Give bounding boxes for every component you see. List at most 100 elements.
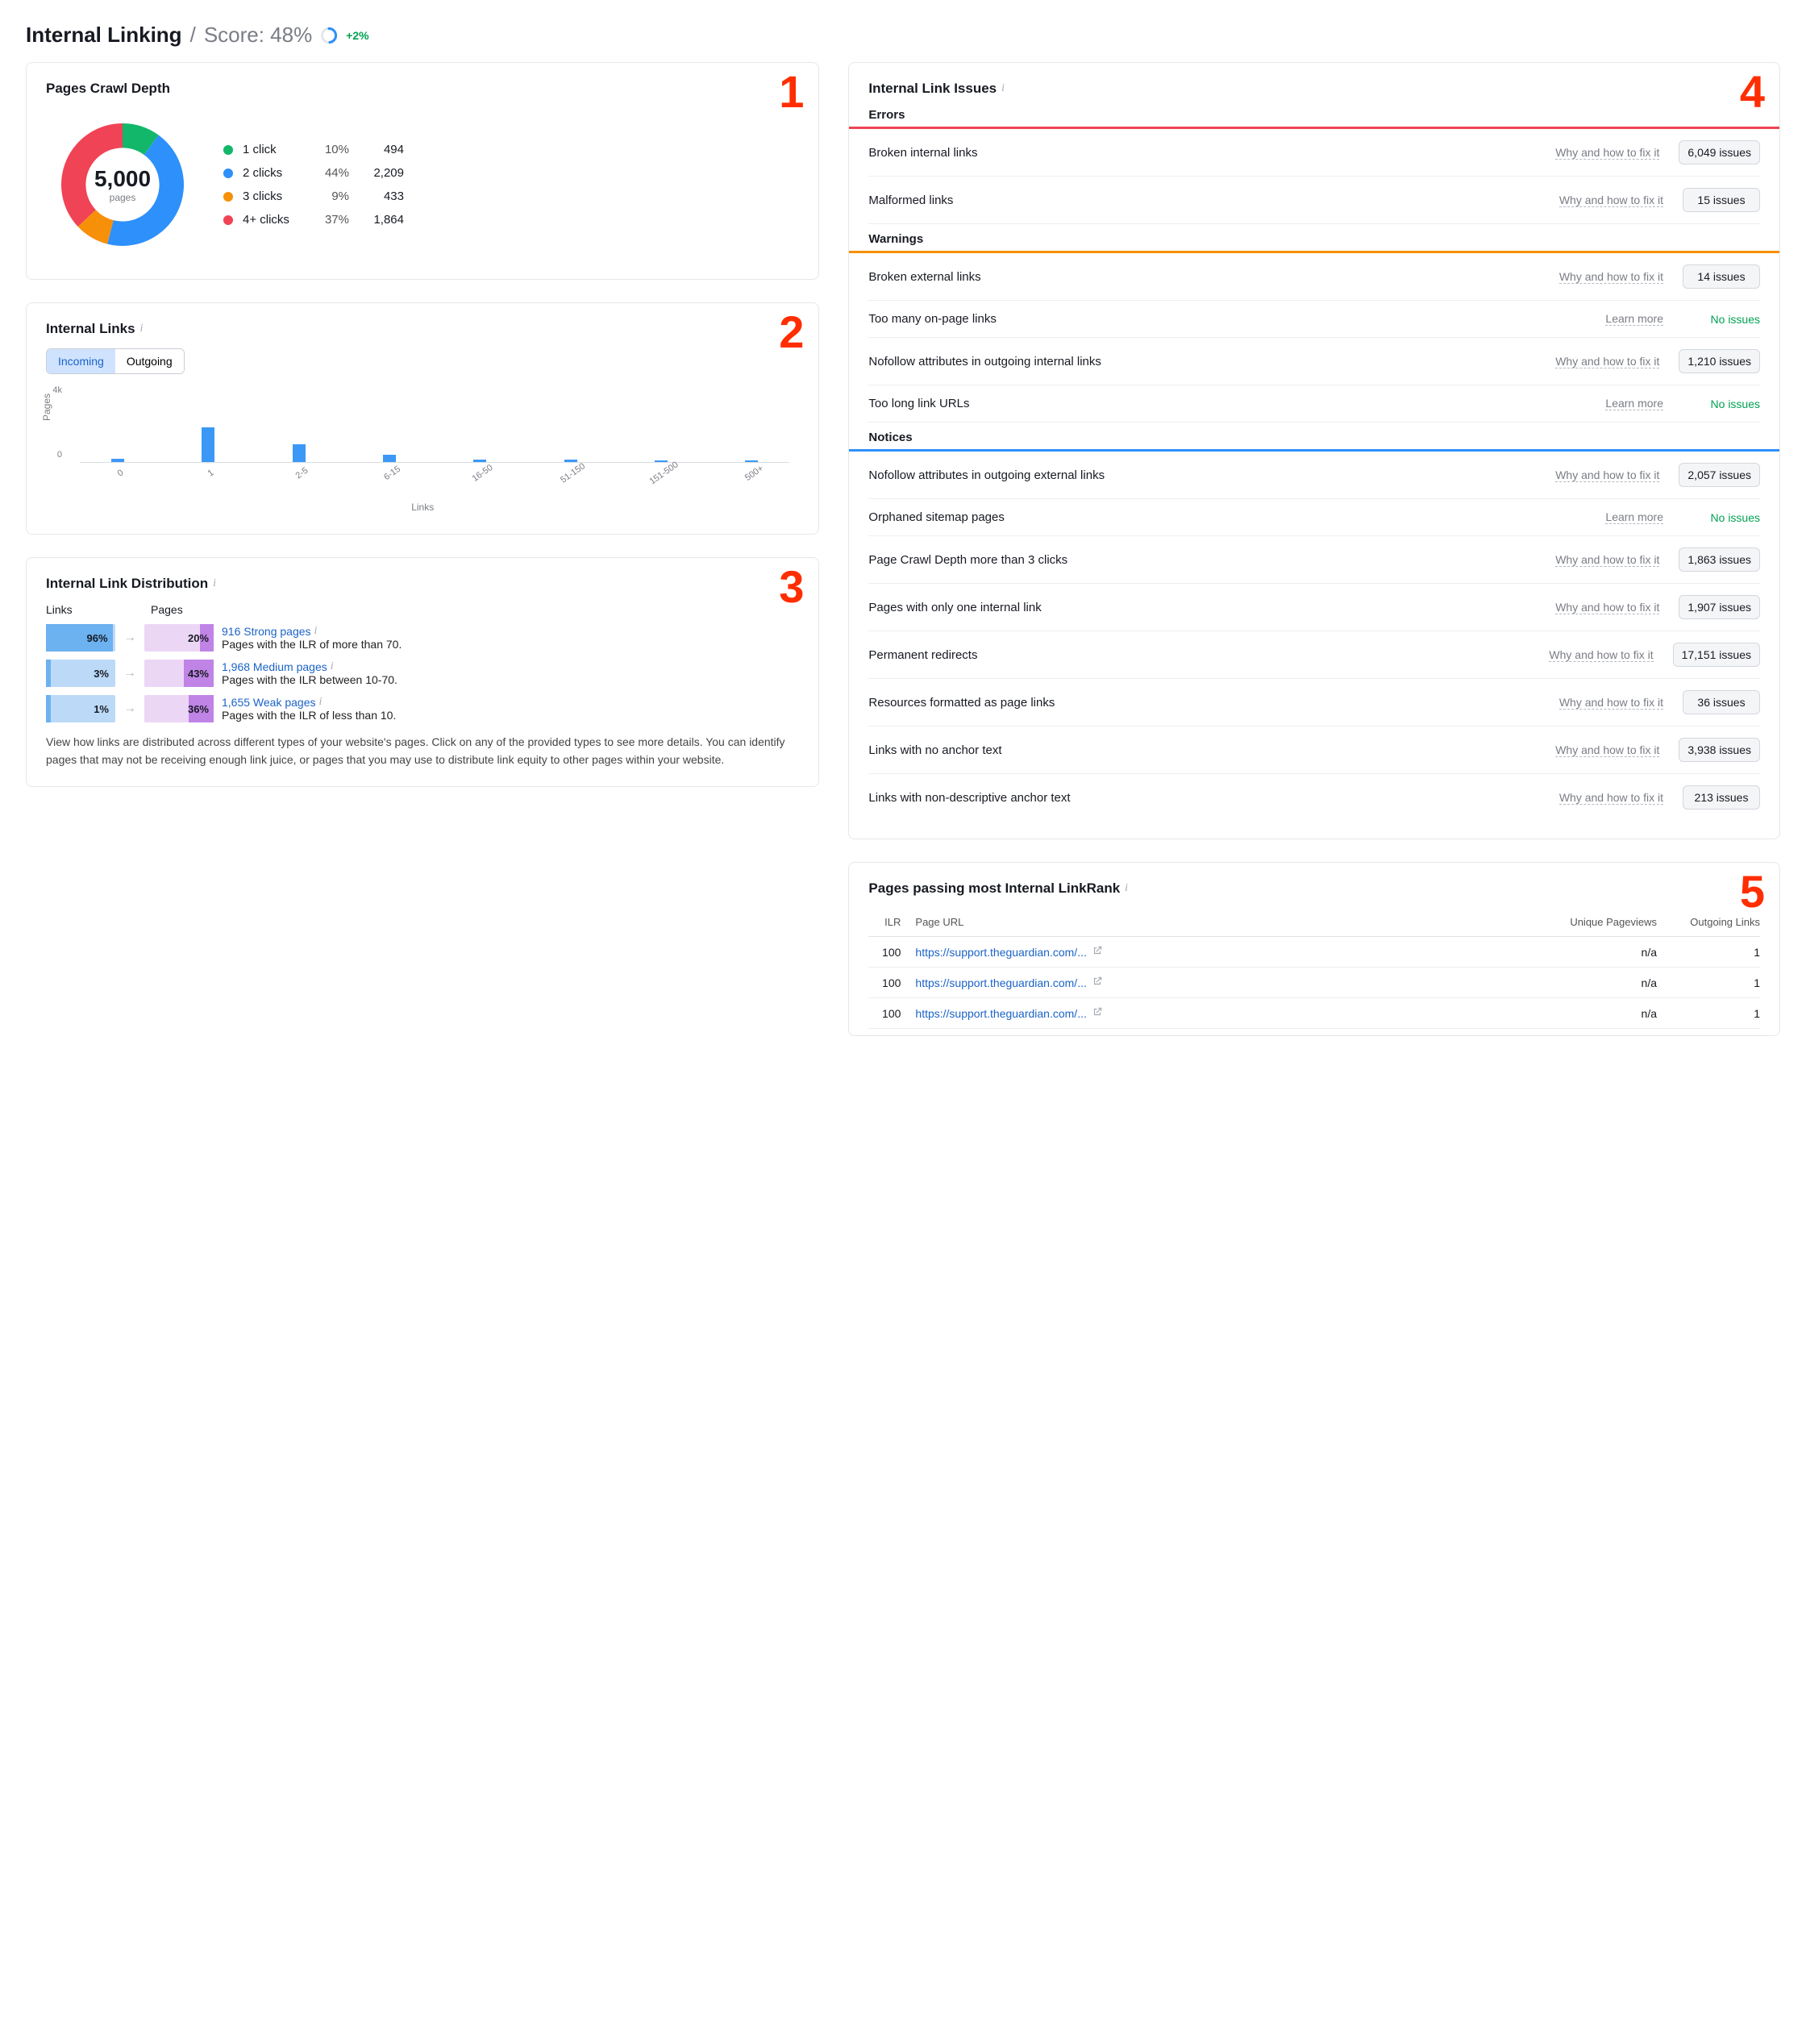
issue-name: Nofollow attributes in outgoing internal… (868, 355, 1547, 368)
issue-row: Resources formatted as page links Why an… (868, 679, 1760, 726)
legend-row[interactable]: 4+ clicks 37% 1,864 (223, 208, 799, 231)
issue-help-link[interactable]: Why and how to fix it (1555, 468, 1659, 482)
issue-help-link[interactable]: Why and how to fix it (1555, 743, 1659, 757)
linkrank-row[interactable]: 100 https://support.theguardian.com/... … (868, 937, 1760, 968)
issues-section-header: Warnings (868, 232, 1760, 246)
issue-count-button[interactable]: 36 issues (1683, 690, 1760, 714)
annotation-marker: 5 (1740, 869, 1765, 914)
legend-dot-icon (223, 169, 233, 178)
issue-count-button[interactable]: 14 issues (1683, 264, 1760, 289)
issue-count-button[interactable]: 2,057 issues (1679, 463, 1760, 487)
issue-name: Broken internal links (868, 146, 1547, 160)
distribution-note: View how links are distributed across di… (46, 734, 799, 768)
legend-label: 1 click (243, 143, 301, 156)
crawl-depth-title: Pages Crawl Depth (46, 81, 799, 97)
linkrank-row[interactable]: 100 https://support.theguardian.com/... … (868, 968, 1760, 998)
issue-name: Links with no anchor text (868, 743, 1547, 757)
issue-count-button[interactable]: 3,938 issues (1679, 738, 1760, 762)
legend-pct: 9% (310, 189, 349, 203)
y-tick: 4k (43, 385, 62, 395)
col-outgoing: Outgoing Links (1671, 916, 1760, 928)
external-link-icon[interactable] (1092, 945, 1103, 959)
x-axis-label: Links (56, 502, 789, 513)
linkrank-row[interactable]: 100 https://support.theguardian.com/... … (868, 998, 1760, 1029)
issue-count-button[interactable]: 15 issues (1683, 188, 1760, 212)
issue-name: Nofollow attributes in outgoing external… (868, 468, 1547, 482)
issue-row: Links with no anchor text Why and how to… (868, 726, 1760, 774)
issue-help-link[interactable]: Learn more (1605, 510, 1663, 524)
info-icon[interactable]: i (1001, 82, 1005, 95)
distribution-row[interactable]: 96% → 20% 916 Strong pages i Pages with … (46, 624, 799, 651)
crawl-depth-donut[interactable]: 5,000 pages (46, 108, 199, 261)
distribution-row[interactable]: 3% → 43% 1,968 Medium pages i Pages with… (46, 660, 799, 687)
arrow-icon: → (123, 666, 136, 681)
external-link-icon[interactable] (1092, 1006, 1103, 1020)
issue-count-button[interactable]: 17,151 issues (1673, 643, 1760, 667)
legend-row[interactable]: 3 clicks 9% 433 (223, 185, 799, 208)
issue-help-link[interactable]: Why and how to fix it (1559, 194, 1663, 207)
info-icon[interactable]: i (314, 625, 318, 638)
tab-incoming[interactable]: Incoming (47, 349, 115, 373)
issue-row: Broken external links Why and how to fix… (868, 253, 1760, 301)
external-link-icon[interactable] (1092, 976, 1103, 989)
legend-count: 2,209 (359, 166, 404, 180)
legend-label: 3 clicks (243, 189, 301, 203)
issue-name: Resources formatted as page links (868, 696, 1550, 710)
legend-dot-icon (223, 215, 233, 225)
bar-chart (80, 390, 789, 463)
issue-row: Page Crawl Depth more than 3 clicks Why … (868, 536, 1760, 584)
dist-link[interactable]: 1,655 Weak pages i (222, 696, 396, 709)
info-icon[interactable]: i (331, 660, 334, 673)
issue-count-button[interactable]: 213 issues (1683, 785, 1760, 810)
issue-help-link[interactable]: Why and how to fix it (1555, 355, 1659, 368)
page-title: Internal Linking (26, 23, 182, 48)
links-bar: 3% (46, 660, 115, 687)
tab-outgoing[interactable]: Outgoing (115, 349, 184, 373)
legend-pct: 44% (310, 166, 349, 180)
issue-count-button[interactable]: 1,210 issues (1679, 349, 1760, 373)
issue-help-link[interactable]: Why and how to fix it (1555, 146, 1659, 160)
info-icon[interactable]: i (319, 696, 322, 709)
issue-name: Orphaned sitemap pages (868, 510, 1597, 524)
outgoing-links-value: 1 (1671, 976, 1760, 989)
dist-link[interactable]: 1,968 Medium pages i (222, 660, 397, 673)
page-url-link[interactable]: https://support.theguardian.com/... (915, 976, 1086, 989)
issue-count-button[interactable]: 6,049 issues (1679, 140, 1760, 164)
issue-count-button[interactable]: 1,863 issues (1679, 547, 1760, 572)
issue-help-link[interactable]: Why and how to fix it (1559, 791, 1663, 805)
page-url-link[interactable]: https://support.theguardian.com/... (915, 946, 1086, 959)
issue-help-link[interactable]: Why and how to fix it (1549, 648, 1653, 662)
annotation-marker: 4 (1740, 69, 1765, 114)
dist-link[interactable]: 916 Strong pages i (222, 625, 402, 638)
internal-links-title: Internal Links (46, 321, 135, 337)
issue-help-link[interactable]: Learn more (1605, 397, 1663, 410)
legend-label: 4+ clicks (243, 213, 301, 227)
issue-count-button[interactable]: 1,907 issues (1679, 595, 1760, 619)
issues-section-header: Notices (868, 431, 1760, 444)
info-icon[interactable]: i (1125, 882, 1128, 895)
issue-help-link[interactable]: Learn more (1605, 312, 1663, 326)
legend-label: 2 clicks (243, 166, 301, 180)
issue-help-link[interactable]: Why and how to fix it (1555, 601, 1659, 614)
info-icon[interactable]: i (140, 323, 144, 335)
issue-row: Broken internal links Why and how to fix… (868, 129, 1760, 177)
ilr-value: 100 (868, 1007, 901, 1020)
legend-pct: 37% (310, 213, 349, 227)
pageviews-value: n/a (1544, 946, 1657, 959)
y-tick: 0 (43, 450, 62, 460)
page-url-link[interactable]: https://support.theguardian.com/... (915, 1007, 1086, 1020)
outgoing-links-value: 1 (1671, 946, 1760, 959)
issue-help-link[interactable]: Why and how to fix it (1559, 270, 1663, 284)
legend-count: 433 (359, 189, 404, 203)
issue-name: Links with non-descriptive anchor text (868, 791, 1550, 805)
legend-row[interactable]: 2 clicks 44% 2,209 (223, 161, 799, 185)
dist-col-pages: Pages (151, 603, 220, 616)
issue-name: Page Crawl Depth more than 3 clicks (868, 553, 1547, 567)
distribution-row[interactable]: 1% → 36% 1,655 Weak pages i Pages with t… (46, 695, 799, 722)
issue-help-link[interactable]: Why and how to fix it (1559, 696, 1663, 710)
legend-row[interactable]: 1 click 10% 494 (223, 138, 799, 161)
issue-help-link[interactable]: Why and how to fix it (1555, 553, 1659, 567)
info-icon[interactable]: i (213, 577, 216, 590)
ilr-value: 100 (868, 946, 901, 959)
issue-row: Orphaned sitemap pages Learn more No iss… (868, 499, 1760, 536)
